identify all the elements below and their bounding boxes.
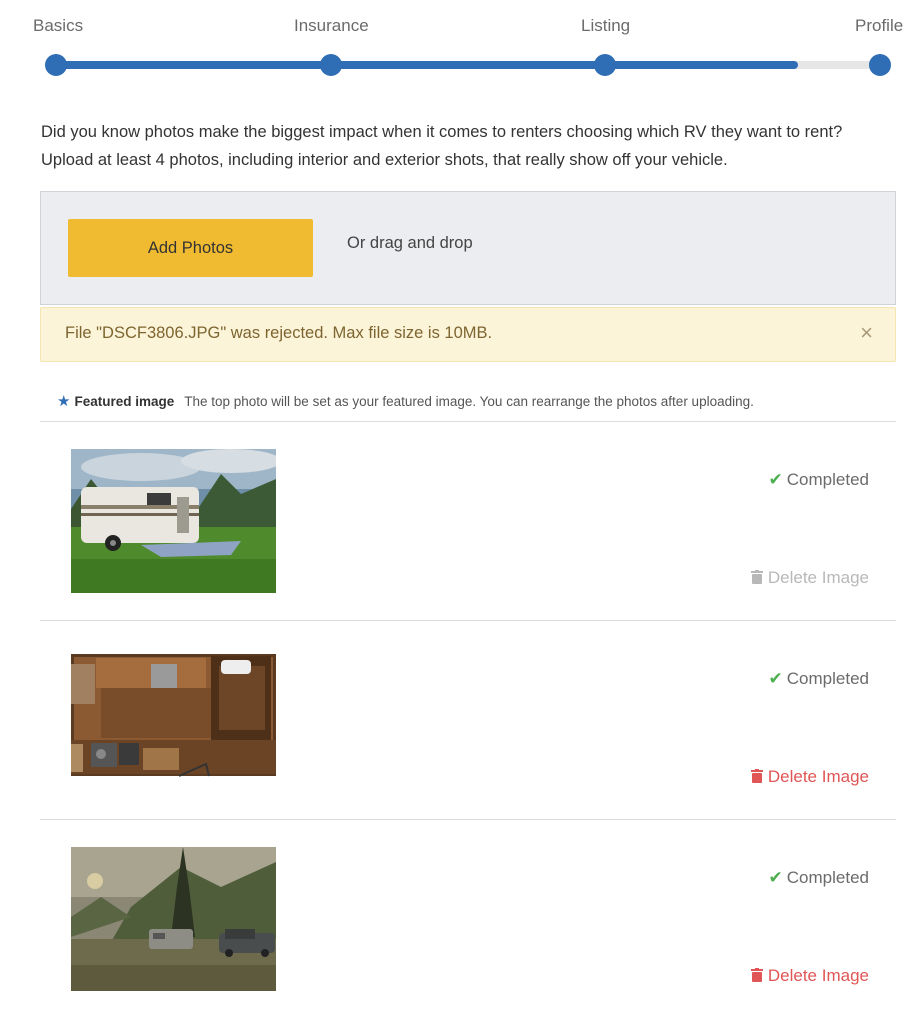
alert-message: File "DSCF3806.JPG" was rejected. Max fi… <box>65 324 493 342</box>
intro-line-2: Upload at least 4 photos, including inte… <box>41 151 728 169</box>
progress-track <box>56 61 880 69</box>
upload-status: ✔ Completed <box>769 868 869 888</box>
upload-status: ✔ Completed <box>769 470 869 490</box>
check-icon: ✔ <box>768 470 783 489</box>
check-icon: ✔ <box>768 868 783 887</box>
photo-row: ✔ Completed Delete Image <box>40 819 896 1014</box>
step-profile-label[interactable]: Profile <box>855 16 903 36</box>
drag-and-drop-hint: Or drag and drop <box>347 234 473 252</box>
featured-image-note: ★ Featured image The top photo will be set… <box>57 392 754 410</box>
file-rejected-alert: File "DSCF3806.JPG" was rejected. Max fi… <box>40 307 896 362</box>
upload-status: ✔ Completed <box>769 669 869 689</box>
progress-stepper: Basics Insurance Listing Profile <box>0 0 924 90</box>
photo-row: ✔ Completed Delete Image <box>40 620 896 819</box>
upload-status-label: Completed <box>786 868 869 887</box>
delete-image-label: Delete Image <box>767 966 869 985</box>
delete-image-button: Delete Image <box>750 568 869 588</box>
campsite-photo <box>71 847 276 991</box>
step-profile-dot[interactable] <box>869 54 891 76</box>
close-icon[interactable]: × <box>860 321 873 345</box>
trash-icon <box>750 968 763 982</box>
delete-image-label: Delete Image <box>767 767 869 786</box>
photo-dropzone[interactable]: Add Photos Or drag and drop <box>40 191 896 305</box>
step-listing-dot[interactable] <box>594 54 616 76</box>
intro-text: Did you know photos make the biggest imp… <box>41 118 901 174</box>
delete-image-button[interactable]: Delete Image <box>750 966 869 986</box>
featured-image-title: Featured image <box>74 394 175 409</box>
delete-image-label: Delete Image <box>767 568 869 587</box>
step-basics-label[interactable]: Basics <box>33 16 83 36</box>
photo-row: ✔ Completed Delete Image <box>40 421 896 620</box>
trash-icon <box>750 769 763 783</box>
step-basics-dot[interactable] <box>45 54 67 76</box>
featured-image-description: The top photo will be set as your featur… <box>184 394 754 409</box>
rv-camper-photo <box>71 449 276 593</box>
step-insurance-dot[interactable] <box>320 54 342 76</box>
star-icon: ★ <box>57 393 71 410</box>
trash-icon <box>750 570 763 584</box>
upload-status-label: Completed <box>786 470 869 489</box>
step-insurance-label[interactable]: Insurance <box>294 16 369 36</box>
upload-status-label: Completed <box>786 669 869 688</box>
intro-line-1: Did you know photos make the biggest imp… <box>41 123 843 141</box>
delete-image-button[interactable]: Delete Image <box>750 767 869 787</box>
step-listing-label[interactable]: Listing <box>581 16 630 36</box>
check-icon: ✔ <box>768 669 783 688</box>
add-photos-button[interactable]: Add Photos <box>68 219 313 277</box>
floor-plan-photo <box>71 648 276 792</box>
progress-fill <box>56 61 798 69</box>
